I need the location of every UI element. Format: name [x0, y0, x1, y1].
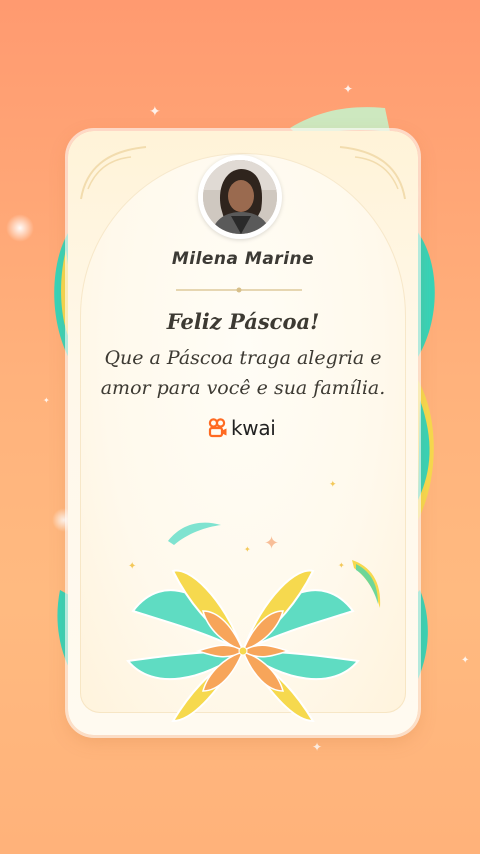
kwai-brand-text: kwai — [231, 416, 276, 440]
flower-bow-decoration — [126, 569, 360, 723]
corner-flourish-right — [339, 146, 406, 200]
kwai-logo-icon — [208, 418, 227, 438]
message-line: amor para você e sua família. — [100, 377, 386, 399]
ribbon-piece — [168, 522, 221, 545]
sparkle-icon: ✦ — [329, 480, 337, 490]
user-name: Milena Marine — [171, 249, 315, 269]
message-line: Que a Páscoa traga alegria e — [104, 347, 382, 369]
divider-line — [176, 287, 302, 293]
user-avatar-icon — [203, 160, 277, 234]
kwai-brand: kwai — [208, 416, 276, 440]
sparkle-icon: ✦ — [264, 533, 280, 554]
greeting-card: Milena Marine Feliz Páscoa! Que a Páscoa… — [68, 131, 418, 735]
corner-flourish-left — [80, 146, 147, 200]
sparkle-icon: ✦ — [244, 545, 251, 554]
avatar[interactable] — [203, 160, 277, 234]
avatar-frame[interactable] — [198, 155, 282, 239]
greeting-title: Feliz Páscoa! — [166, 309, 320, 334]
greeting-message: Que a Páscoa traga alegria e amor para v… — [88, 343, 398, 403]
